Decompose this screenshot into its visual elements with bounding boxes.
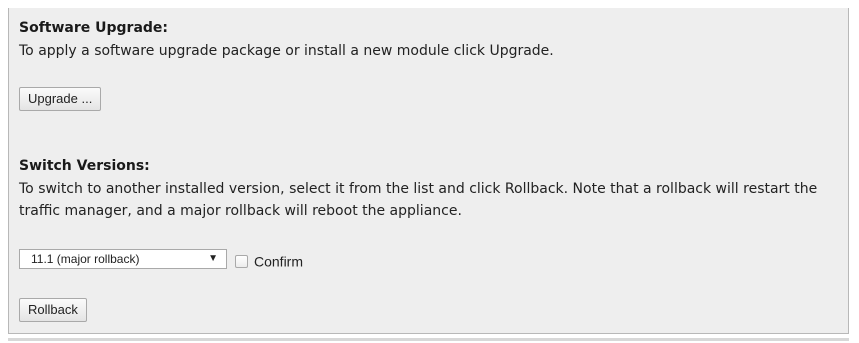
confirm-option[interactable]: Confirm — [235, 251, 304, 270]
software-upgrade-heading: Software Upgrade: — [19, 20, 169, 36]
upgrade-button[interactable]: Upgrade ... — [19, 87, 102, 111]
switch-versions-heading: Switch Versions: — [19, 158, 150, 174]
version-select-value: 11.1 (major rollback) — [31, 252, 140, 266]
version-select[interactable]: 11.1 (major rollback) ▼ — [19, 249, 227, 269]
software-panel: Software Upgrade: To apply a software up… — [8, 8, 849, 334]
dropdown-arrow-icon: ▼ — [208, 253, 218, 264]
rollback-button[interactable]: Rollback — [19, 298, 87, 322]
confirm-label: Confirm — [254, 253, 304, 270]
software-upgrade-description: To apply a software upgrade package or i… — [19, 43, 554, 59]
switch-versions-description: To switch to another installed version, … — [19, 181, 818, 219]
panel-bottom-divider — [8, 338, 849, 341]
confirm-checkbox[interactable] — [235, 255, 248, 268]
